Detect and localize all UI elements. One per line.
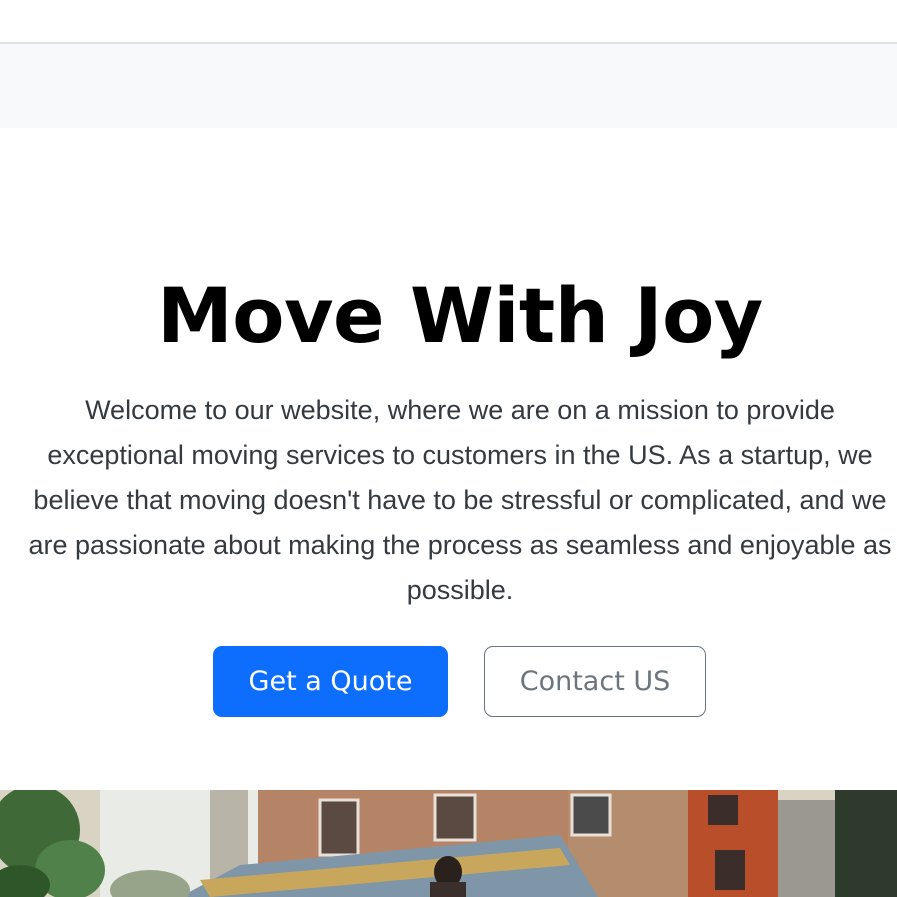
hero-title: Move With Joy [157,271,763,360]
top-navbar [0,0,897,44]
moving-truck-photo [0,790,897,897]
hero-lead-text: Welcome to our website, where we are on … [28,395,892,605]
secondary-bar [0,44,897,128]
contact-us-button[interactable]: Contact US [484,646,706,717]
photo-illustration [0,790,897,897]
get-quote-button[interactable]: Get a Quote [213,646,448,717]
